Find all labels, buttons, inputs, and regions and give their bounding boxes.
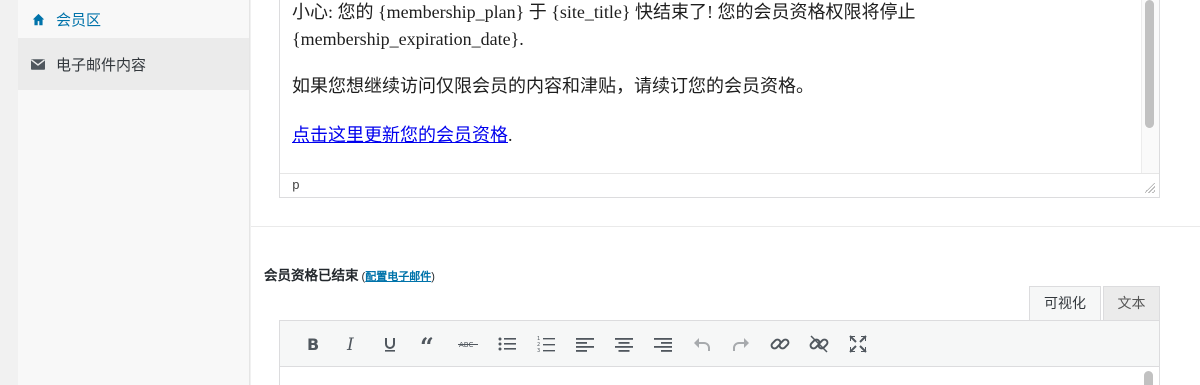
sidebar: 会员区 电子邮件内容 bbox=[18, 0, 250, 385]
tab-text[interactable]: 文本 bbox=[1103, 286, 1160, 321]
link-suffix: . bbox=[508, 125, 513, 145]
undo-icon[interactable] bbox=[682, 329, 721, 359]
sidebar-item-label: 会员区 bbox=[56, 11, 102, 29]
svg-text:“: “ bbox=[420, 336, 434, 352]
align-center-icon[interactable] bbox=[604, 329, 643, 359]
italic-icon[interactable]: I bbox=[331, 329, 370, 359]
editor-content[interactable]: 小心: 您的 {membership_plan} 于 {site_title} … bbox=[292, 0, 1142, 171]
redo-icon[interactable] bbox=[721, 329, 760, 359]
editor-statusbar: p bbox=[280, 173, 1159, 197]
tab-visual[interactable]: 可视化 bbox=[1029, 286, 1101, 321]
resize-grip-icon[interactable] bbox=[1145, 183, 1155, 193]
bold-icon[interactable]: B bbox=[292, 329, 331, 359]
editor-scroll-thumb-bottom[interactable] bbox=[1144, 371, 1153, 385]
section-divider bbox=[251, 226, 1200, 227]
editor-scroll-thumb[interactable] bbox=[1145, 0, 1154, 128]
sidebar-item-member-area[interactable]: 会员区 bbox=[18, 0, 249, 38]
sidebar-item-email-content[interactable]: 电子邮件内容 bbox=[18, 38, 249, 90]
renew-membership-link[interactable]: 点击这里更新您的会员资格 bbox=[292, 125, 508, 145]
editor-top[interactable]: 小心: 您的 {membership_plan} 于 {site_title} … bbox=[279, 0, 1160, 198]
main-content: 小心: 您的 {membership_plan} 于 {site_title} … bbox=[251, 0, 1200, 385]
link-icon[interactable] bbox=[760, 329, 799, 359]
unlink-icon[interactable] bbox=[799, 329, 838, 359]
editor-scrollbar[interactable] bbox=[1141, 0, 1159, 174]
editor-paragraph: 如果您想继续访问仅限会员的内容和津贴，请续订您的会员资格。 bbox=[292, 76, 814, 96]
sidebar-item-label: 电子邮件内容 bbox=[56, 56, 147, 74]
element-path[interactable]: p bbox=[292, 178, 300, 193]
svg-text:B: B bbox=[307, 336, 319, 352]
align-left-icon[interactable] bbox=[565, 329, 604, 359]
numbered-list-icon[interactable]: 123 bbox=[526, 329, 565, 359]
strikethrough-icon[interactable]: ABC bbox=[448, 329, 487, 359]
envelope-icon bbox=[30, 56, 46, 72]
svg-text:I: I bbox=[346, 336, 354, 352]
editor-paragraph: 小心: 您的 {membership_plan} 于 {site_title} … bbox=[292, 2, 916, 49]
blockquote-icon[interactable]: “ bbox=[409, 329, 448, 359]
editor-paragraph-link: 点击这里更新您的会员资格. bbox=[292, 122, 1142, 149]
paren-close: ) bbox=[431, 271, 435, 283]
editor-bottom[interactable]: B I “ ABC 123 bbox=[279, 320, 1160, 385]
svg-text:3: 3 bbox=[537, 348, 540, 353]
configure-email-link[interactable]: 配置电子邮件 bbox=[365, 271, 431, 283]
fullscreen-icon[interactable] bbox=[838, 329, 877, 359]
align-right-icon[interactable] bbox=[643, 329, 682, 359]
section-title-text: 会员资格已结束 bbox=[264, 268, 359, 283]
bullet-list-icon[interactable] bbox=[487, 329, 526, 359]
editor-toolbar: B I “ ABC 123 bbox=[280, 321, 1159, 367]
underline-icon[interactable] bbox=[370, 329, 409, 359]
home-icon bbox=[30, 11, 46, 27]
section-title: 会员资格已结束 (配置电子邮件) bbox=[264, 264, 435, 284]
